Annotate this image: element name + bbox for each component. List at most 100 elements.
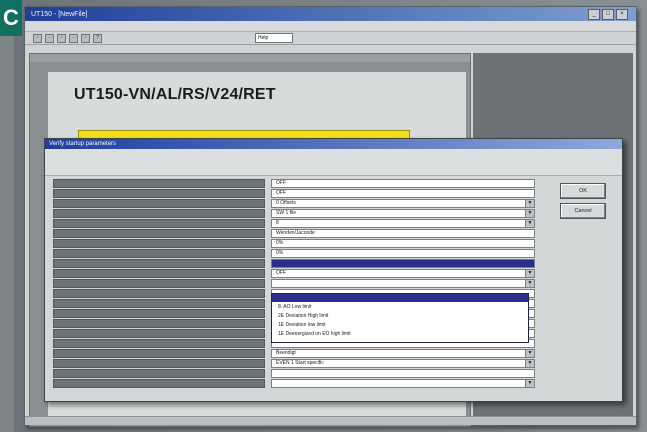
parameter-label xyxy=(53,329,265,338)
close-button[interactable]: × xyxy=(616,9,628,20)
menu-bar xyxy=(25,21,636,32)
parameter-value-text: SW 1 file xyxy=(276,210,297,216)
parameter-label xyxy=(53,279,265,288)
parameter-value[interactable]: 0% xyxy=(271,249,535,258)
parameter-row: 0% xyxy=(53,249,535,259)
parameter-label xyxy=(53,349,265,358)
main-titlebar[interactable]: UT150 - [NewFile] _ □ × xyxy=(25,7,636,21)
parameter-value-text: EVEN 1 Start specific xyxy=(276,360,324,366)
parameter-value[interactable]: ▼ xyxy=(271,279,535,288)
parameter-value[interactable]: EVEN 1 Start specific ▼ xyxy=(271,359,535,368)
parameter-value[interactable]: 0 Offsets ▼ xyxy=(271,199,535,208)
chevron-down-icon[interactable]: ▼ xyxy=(525,280,534,287)
parameter-value[interactable]: ▼ xyxy=(271,379,535,388)
parameter-row: OFF xyxy=(53,179,535,189)
parameter-row: 0% xyxy=(53,239,535,249)
parameter-row: EVEN 1 Start specific ▼ xyxy=(53,359,535,369)
parameter-label xyxy=(53,309,265,318)
parameter-value-text: OFF xyxy=(276,270,286,276)
chevron-down-icon[interactable]: ▼ xyxy=(525,220,534,227)
parameter-value-text: OFF xyxy=(276,190,286,196)
document-strip xyxy=(30,54,470,62)
parameter-value-text: OFF xyxy=(276,180,286,186)
chevron-down-icon[interactable]: ▼ xyxy=(525,380,534,387)
print-icon[interactable]: ▫ xyxy=(69,33,78,43)
parameter-label xyxy=(53,289,265,298)
parameter-label xyxy=(53,319,265,328)
parameter-value[interactable]: Wenden/Jaconde xyxy=(271,229,535,238)
chevron-down-icon[interactable]: ▼ xyxy=(525,210,534,217)
dropdown-option[interactable]: 1E Deviation low limit xyxy=(272,321,528,329)
parameter-label xyxy=(53,189,265,198)
parameter-row: SW 1 file ▼ xyxy=(53,209,535,219)
dialog-titlebar[interactable]: Verify startup parameters xyxy=(45,139,622,149)
dropdown-option[interactable] xyxy=(272,294,528,302)
parameter-value-text: 0 Offsets xyxy=(276,200,296,206)
parameter-value-text: Wenden/Jaconde xyxy=(276,230,315,236)
parameter-row: OFF xyxy=(53,189,535,199)
chevron-down-icon[interactable]: ▼ xyxy=(525,270,534,277)
parameter-value-text: 8 xyxy=(276,220,279,226)
dropdown-option[interactable]: 1E Deenergized on EO high limit xyxy=(272,330,528,338)
parameter-value[interactable] xyxy=(271,369,535,378)
parameter-row xyxy=(53,369,535,379)
parameter-label xyxy=(53,259,265,268)
parameter-label xyxy=(53,249,265,258)
parameter-label xyxy=(53,379,265,388)
parameter-row: 8 ▼ xyxy=(53,219,535,229)
parameter-label xyxy=(53,219,265,228)
setup-dialog: Verify startup parameters OFF OFF 0 Offset… xyxy=(44,138,623,402)
dropdown-option[interactable]: 2E Deviation High limit xyxy=(272,312,528,320)
window-controls: _ □ × xyxy=(588,9,628,20)
parameter-label xyxy=(53,339,265,348)
parameter-value[interactable]: SW 1 file ▼ xyxy=(271,209,535,218)
parameter-row: ▼ xyxy=(53,279,535,289)
chevron-down-icon[interactable]: ▼ xyxy=(525,200,534,207)
dropdown-option[interactable]: 8: AO Low limit xyxy=(272,303,528,311)
new-file-icon[interactable]: ▫ xyxy=(33,33,42,43)
parameter-label xyxy=(53,269,265,278)
device-title: UT150-VN/AL/RS/V24/RET xyxy=(74,86,276,103)
parameter-row: OFF ▼ xyxy=(53,269,535,279)
parameter-value-text: Beendigt xyxy=(276,350,296,356)
dialog-info-text xyxy=(45,149,622,176)
dropdown-list[interactable]: 8: AO Low limit 2E Deviation High limit 1E… xyxy=(271,293,529,343)
parameter-value[interactable] xyxy=(271,259,535,268)
parameter-label xyxy=(53,229,265,238)
cancel-button[interactable]: Cancel xyxy=(560,203,606,219)
parameter-grid: OFF OFF 0 Offsets ▼ SW 1 file ▼ 8 ▼ Wenden/Jacon… xyxy=(53,179,535,391)
maximize-button[interactable]: □ xyxy=(602,9,614,20)
toolbar-combo[interactable]: Help xyxy=(255,33,293,43)
parameter-row xyxy=(53,259,535,269)
parameter-row: ▼ xyxy=(53,379,535,389)
save-icon[interactable]: ▫ xyxy=(57,33,66,43)
parameter-value[interactable]: Beendigt ▼ xyxy=(271,349,535,358)
minimize-button[interactable]: _ xyxy=(588,9,600,20)
window-title: UT150 - [NewFile] xyxy=(31,10,88,18)
parameter-value[interactable]: OFF ▼ xyxy=(271,269,535,278)
toolbar: ▫ ▫ ▫ ▫ ▫ ? Help xyxy=(25,32,636,45)
parameter-label xyxy=(53,179,265,188)
parameter-label xyxy=(53,209,265,218)
parameter-row: 0 Offsets ▼ xyxy=(53,199,535,209)
parameter-label xyxy=(53,369,265,378)
chevron-down-icon[interactable]: ▼ xyxy=(525,350,534,357)
status-bar xyxy=(25,416,636,425)
parameter-value[interactable]: 8 ▼ xyxy=(271,219,535,228)
parameter-row: Beendigt ▼ xyxy=(53,349,535,359)
corner-tag: C xyxy=(0,0,22,36)
ok-button[interactable]: OK xyxy=(560,183,606,199)
chevron-down-icon[interactable]: ▼ xyxy=(525,360,534,367)
parameter-value[interactable]: OFF xyxy=(271,179,535,188)
help-icon[interactable]: ? xyxy=(93,33,102,43)
parameter-value[interactable]: OFF xyxy=(271,189,535,198)
parameter-row: Wenden/Jaconde xyxy=(53,229,535,239)
parameter-label xyxy=(53,299,265,308)
parameter-value[interactable]: 0% xyxy=(271,239,535,248)
parameter-value-text: 0% xyxy=(276,250,284,256)
parameter-label xyxy=(53,239,265,248)
open-file-icon[interactable]: ▫ xyxy=(45,33,54,43)
cut-icon[interactable]: ▫ xyxy=(81,33,90,43)
parameter-label xyxy=(53,199,265,208)
parameter-label xyxy=(53,359,265,368)
